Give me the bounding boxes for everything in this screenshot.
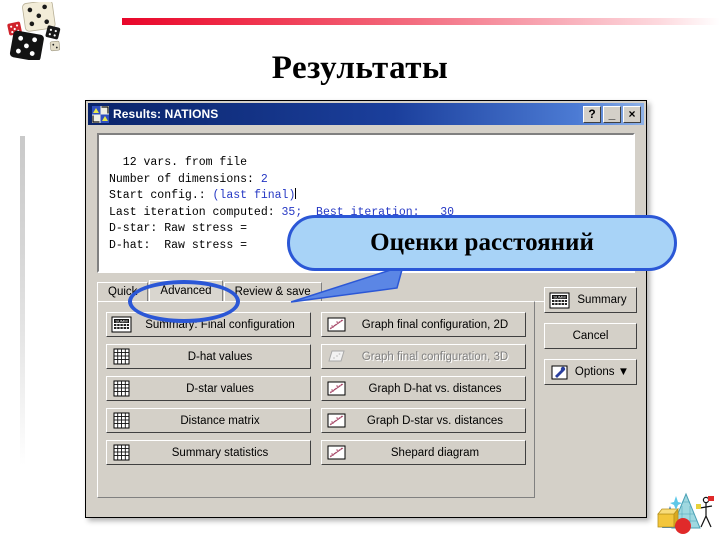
callout-annotation: Оценки расстояний (287, 215, 677, 271)
options-icon (551, 365, 568, 379)
options-button[interactable]: Options ▼ (544, 359, 637, 385)
button-label: Summary (577, 294, 627, 306)
grid-icon (113, 380, 130, 397)
output-line: 12 vars. from file (109, 156, 248, 169)
minimize-button[interactable]: _ (603, 105, 621, 123)
graph-final-configuration-3d-button: Graph final configuration, 3D (321, 344, 526, 369)
left-margin-rule (20, 136, 25, 466)
svg-text:SUMM: SUMM (553, 294, 565, 299)
summary-button[interactable]: SUMM Summary (544, 287, 637, 313)
dialog-titlebar: Results: NATIONS ? _ × (88, 103, 644, 125)
summary-grid-icon: SUMM (111, 316, 132, 333)
button-label: D-hat values (187, 350, 253, 363)
button-label: Options ▼ (574, 366, 630, 378)
text-caret (295, 188, 297, 199)
button-label: D-star values (186, 382, 254, 395)
scatter-graph-icon (327, 381, 346, 396)
graph-3d-icon (328, 350, 345, 362)
d-hat-values-button[interactable]: D-hat values (106, 344, 311, 369)
advanced-tab-highlight-circle (128, 280, 240, 323)
close-button[interactable]: × (623, 105, 641, 123)
button-label: Graph D-star vs. distances (366, 414, 504, 427)
page-title: Результаты (271, 50, 449, 86)
results-window-icon (92, 105, 109, 123)
summary-grid-icon: SUMM (549, 292, 570, 308)
distance-matrix-button[interactable]: Distance matrix (106, 408, 311, 433)
help-button[interactable]: ? (583, 105, 601, 123)
header-rule (122, 18, 720, 25)
button-label: Graph final configuration, 2D (361, 318, 509, 331)
summary-statistics-button[interactable]: Summary statistics (106, 440, 311, 465)
window-controls: ? _ × (583, 105, 642, 123)
button-label: Shepard diagram (390, 446, 480, 459)
scatter-graph-icon (327, 413, 346, 428)
middle-button-column: Graph final configuration, 2D Graph fina… (321, 312, 526, 487)
graph-d-hat-vs-distances-button[interactable]: Graph D-hat vs. distances (321, 376, 526, 401)
button-label: Graph final configuration, 3D (361, 350, 509, 363)
shepard-diagram-button[interactable]: Shepard diagram (321, 440, 526, 465)
button-label: Graph D-hat vs. distances (368, 382, 502, 395)
action-button-column: SUMM Summary Cancel Options ▼ (544, 287, 637, 385)
statistics-clipart (657, 492, 714, 534)
svg-text:SUMM: SUMM (115, 319, 127, 324)
button-panel: SUMM Summary: Final configuration D-hat … (97, 301, 535, 498)
cancel-button[interactable]: Cancel (544, 323, 637, 349)
button-label: Cancel (572, 330, 609, 342)
slide-canvas: Результаты Results: NATIONS ? _ × 12 var… (0, 0, 720, 540)
button-label: Summary statistics (171, 446, 269, 459)
graph-d-star-vs-distances-button[interactable]: Graph D-star vs. distances (321, 408, 526, 433)
grid-icon (113, 348, 130, 365)
d-star-values-button[interactable]: D-star values (106, 376, 311, 401)
output-line: Start config.: (last final) (109, 188, 297, 202)
grid-icon (113, 444, 130, 461)
graph-final-configuration-2d-button[interactable]: Graph final configuration, 2D (321, 312, 526, 337)
scatter-graph-icon (327, 317, 346, 332)
left-button-column: SUMM Summary: Final configuration D-hat … (106, 312, 311, 487)
grid-icon (113, 412, 130, 429)
button-label: Distance matrix (180, 414, 260, 427)
scatter-graph-icon (327, 445, 346, 460)
output-line: Number of dimensions: 2 (109, 172, 268, 186)
dialog-title-text: Results: NATIONS (113, 107, 219, 121)
